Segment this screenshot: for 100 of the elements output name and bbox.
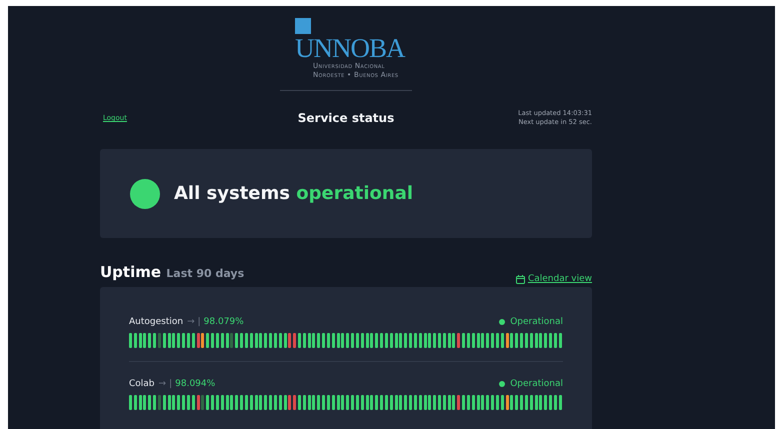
uptime-day-bar[interactable] [558, 333, 562, 348]
uptime-day-bar[interactable] [520, 333, 524, 348]
uptime-day-bar[interactable] [153, 333, 156, 348]
uptime-day-bar[interactable] [220, 395, 224, 410]
uptime-day-bar[interactable] [278, 395, 282, 410]
uptime-day-bar[interactable] [153, 395, 156, 410]
uptime-day-bar[interactable] [481, 333, 484, 348]
uptime-day-bar[interactable] [274, 395, 277, 410]
uptime-day-bar[interactable] [506, 395, 509, 410]
uptime-day-bar[interactable] [375, 333, 378, 348]
uptime-day-bar[interactable] [394, 395, 398, 410]
uptime-day-bar[interactable] [312, 395, 316, 410]
uptime-day-bar[interactable] [264, 333, 268, 348]
uptime-day-bar[interactable] [220, 333, 224, 348]
uptime-day-bar[interactable] [211, 395, 214, 410]
uptime-day-bar[interactable] [293, 395, 296, 410]
uptime-day-bar[interactable] [524, 333, 528, 348]
uptime-day-bar[interactable] [366, 395, 369, 410]
uptime-day-bar[interactable] [360, 395, 364, 410]
uptime-day-bar[interactable] [428, 395, 432, 410]
uptime-day-bar[interactable] [341, 333, 344, 348]
uptime-day-bar[interactable] [134, 395, 137, 410]
uptime-day-bar[interactable] [360, 333, 364, 348]
uptime-day-bar[interactable] [138, 333, 142, 348]
uptime-day-bar[interactable] [196, 333, 200, 348]
uptime-day-bar[interactable] [196, 395, 200, 410]
uptime-day-bar[interactable] [317, 333, 320, 348]
uptime-day-bar[interactable] [134, 333, 137, 348]
uptime-day-bar[interactable] [500, 333, 504, 348]
uptime-day-bar[interactable] [384, 333, 388, 348]
uptime-day-bar[interactable] [206, 333, 210, 348]
uptime-day-bar[interactable] [172, 395, 176, 410]
uptime-day-bar[interactable] [259, 333, 262, 348]
uptime-day-bar[interactable] [462, 333, 466, 348]
uptime-day-bar[interactable] [466, 395, 470, 410]
uptime-day-bar[interactable] [448, 333, 451, 348]
uptime-day-bar[interactable] [250, 333, 253, 348]
uptime-day-bar[interactable] [476, 333, 480, 348]
uptime-day-bar[interactable] [332, 395, 335, 410]
uptime-day-bar[interactable] [375, 395, 378, 410]
uptime-day-bar[interactable] [506, 333, 509, 348]
uptime-day-bar[interactable] [192, 333, 195, 348]
uptime-day-bar[interactable] [182, 333, 186, 348]
uptime-day-bar[interactable] [143, 333, 146, 348]
uptime-day-bar[interactable] [424, 395, 427, 410]
uptime-day-bar[interactable] [322, 333, 326, 348]
uptime-day-bar[interactable] [346, 395, 350, 410]
uptime-day-bar[interactable] [558, 395, 562, 410]
uptime-day-bar[interactable] [510, 333, 514, 348]
uptime-day-bar[interactable] [308, 333, 311, 348]
uptime-day-bar[interactable] [496, 333, 499, 348]
uptime-day-bar[interactable] [472, 333, 475, 348]
uptime-day-bar[interactable] [424, 333, 427, 348]
uptime-day-bar[interactable] [302, 333, 306, 348]
uptime-day-bar[interactable] [172, 333, 176, 348]
uptime-day-bar[interactable] [491, 395, 494, 410]
uptime-day-bar[interactable] [515, 395, 518, 410]
uptime-day-bar[interactable] [278, 333, 282, 348]
uptime-day-bar[interactable] [254, 333, 258, 348]
uptime-day-bar[interactable] [288, 395, 292, 410]
uptime-day-bar[interactable] [244, 395, 248, 410]
uptime-day-bar[interactable] [481, 395, 484, 410]
uptime-day-bar[interactable] [177, 395, 180, 410]
uptime-day-bar[interactable] [162, 395, 166, 410]
uptime-day-bar[interactable] [414, 395, 417, 410]
uptime-day-bar[interactable] [244, 333, 248, 348]
uptime-day-bar[interactable] [384, 395, 388, 410]
uptime-day-bar[interactable] [226, 333, 229, 348]
uptime-day-bar[interactable] [370, 333, 374, 348]
uptime-day-bar[interactable] [148, 395, 152, 410]
uptime-day-bar[interactable] [240, 395, 244, 410]
uptime-day-bar[interactable] [520, 395, 524, 410]
uptime-day-bar[interactable] [317, 395, 320, 410]
uptime-day-bar[interactable] [264, 395, 268, 410]
uptime-day-bar[interactable] [390, 395, 393, 410]
uptime-day-bar[interactable] [288, 333, 292, 348]
uptime-day-bar[interactable] [510, 395, 514, 410]
uptime-day-bar[interactable] [414, 333, 417, 348]
uptime-day-bar[interactable] [186, 333, 190, 348]
uptime-day-bar[interactable] [269, 333, 272, 348]
monitor-name[interactable]: Autogestion [129, 317, 184, 327]
uptime-day-bar[interactable] [226, 395, 229, 410]
uptime-day-bar[interactable] [308, 395, 311, 410]
uptime-day-bar[interactable] [530, 333, 533, 348]
uptime-day-bar[interactable] [351, 333, 354, 348]
uptime-day-bar[interactable] [326, 395, 330, 410]
uptime-day-bar[interactable] [186, 395, 190, 410]
uptime-day-bar[interactable] [448, 395, 451, 410]
uptime-day-bar[interactable] [293, 333, 296, 348]
uptime-day-bar[interactable] [554, 395, 557, 410]
uptime-day-bar[interactable] [326, 333, 330, 348]
uptime-day-bar[interactable] [312, 333, 316, 348]
uptime-day-bar[interactable] [216, 395, 219, 410]
uptime-day-bar[interactable] [390, 333, 393, 348]
uptime-day-bar[interactable] [336, 333, 340, 348]
uptime-day-bar[interactable] [274, 333, 277, 348]
uptime-day-bar[interactable] [539, 333, 542, 348]
uptime-day-bar[interactable] [366, 333, 369, 348]
uptime-day-bar[interactable] [544, 333, 548, 348]
uptime-day-bar[interactable] [457, 395, 460, 410]
